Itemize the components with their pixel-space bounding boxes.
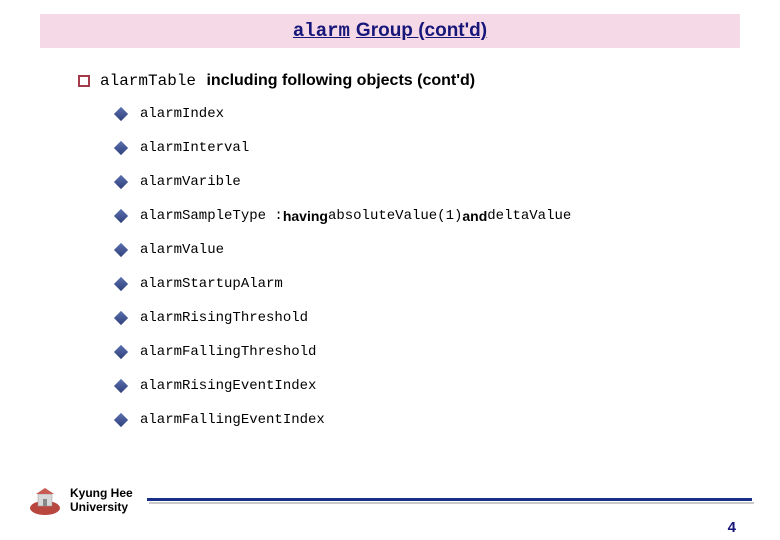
list-item: alarmIndex bbox=[116, 106, 720, 122]
diamond-bullet-icon bbox=[114, 141, 128, 155]
list-item: alarmFallingThreshold bbox=[116, 344, 720, 360]
diamond-bullet-icon bbox=[114, 209, 128, 223]
slide-title: alarm Group (cont'd) bbox=[40, 14, 740, 48]
footer-divider bbox=[147, 498, 752, 504]
diamond-bullet-icon bbox=[114, 311, 128, 325]
item-having: having bbox=[283, 208, 328, 224]
item-mid1: absoluteValue(1) bbox=[328, 208, 462, 224]
item-text: alarmFallingThreshold bbox=[140, 344, 316, 360]
main-text: alarmTable including following objects (… bbox=[100, 72, 475, 90]
list-item: alarmSampleType : having absoluteValue(1… bbox=[116, 208, 720, 224]
list-item: alarmVarible bbox=[116, 174, 720, 190]
diamond-bullet-icon bbox=[114, 345, 128, 359]
diamond-bullet-icon bbox=[114, 277, 128, 291]
university-logo-icon bbox=[28, 486, 62, 516]
uni-line1: Kyung Hee bbox=[70, 487, 133, 501]
item-text: alarmVarible bbox=[140, 174, 241, 190]
slide: alarm Group (cont'd) alarmTable includin… bbox=[0, 0, 780, 540]
item-mid2: deltaValue bbox=[487, 208, 571, 224]
content: alarmTable including following objects (… bbox=[0, 48, 780, 428]
diamond-bullet-icon bbox=[114, 175, 128, 189]
footer: Kyung Hee University bbox=[0, 480, 780, 522]
item-text: alarmValue bbox=[140, 242, 224, 258]
diamond-bullet-icon bbox=[114, 243, 128, 257]
item-text: alarmStartupAlarm bbox=[140, 276, 283, 292]
diamond-bullet-icon bbox=[114, 413, 128, 427]
sublist: alarmIndex alarmInterval alarmVarible al… bbox=[78, 106, 720, 428]
diamond-bullet-icon bbox=[114, 107, 128, 121]
list-item: alarmValue bbox=[116, 242, 720, 258]
main-rest: including following objects (cont'd) bbox=[206, 72, 475, 89]
list-item: alarmRisingThreshold bbox=[116, 310, 720, 326]
title-mono: alarm bbox=[293, 20, 350, 42]
item-text: alarmIndex bbox=[140, 106, 224, 122]
list-item: alarmRisingEventIndex bbox=[116, 378, 720, 394]
uni-line2: University bbox=[70, 501, 133, 515]
square-bullet-icon bbox=[78, 75, 90, 87]
list-item: alarmInterval bbox=[116, 140, 720, 156]
list-item: alarmFallingEventIndex bbox=[116, 412, 720, 428]
item-text: alarmSampleType : bbox=[140, 208, 283, 224]
title-rest: Group (cont'd) bbox=[356, 20, 487, 42]
item-text: alarmRisingEventIndex bbox=[140, 378, 316, 394]
item-and: and bbox=[462, 208, 487, 224]
university-name: Kyung Hee University bbox=[70, 487, 133, 515]
item-text: alarmInterval bbox=[140, 140, 249, 156]
page-number: 4 bbox=[728, 519, 736, 536]
diamond-bullet-icon bbox=[114, 379, 128, 393]
item-text: alarmRisingThreshold bbox=[140, 310, 308, 326]
list-item: alarmStartupAlarm bbox=[116, 276, 720, 292]
main-mono: alarmTable bbox=[100, 72, 196, 90]
main-bullet: alarmTable including following objects (… bbox=[78, 72, 720, 90]
item-text: alarmFallingEventIndex bbox=[140, 412, 325, 428]
